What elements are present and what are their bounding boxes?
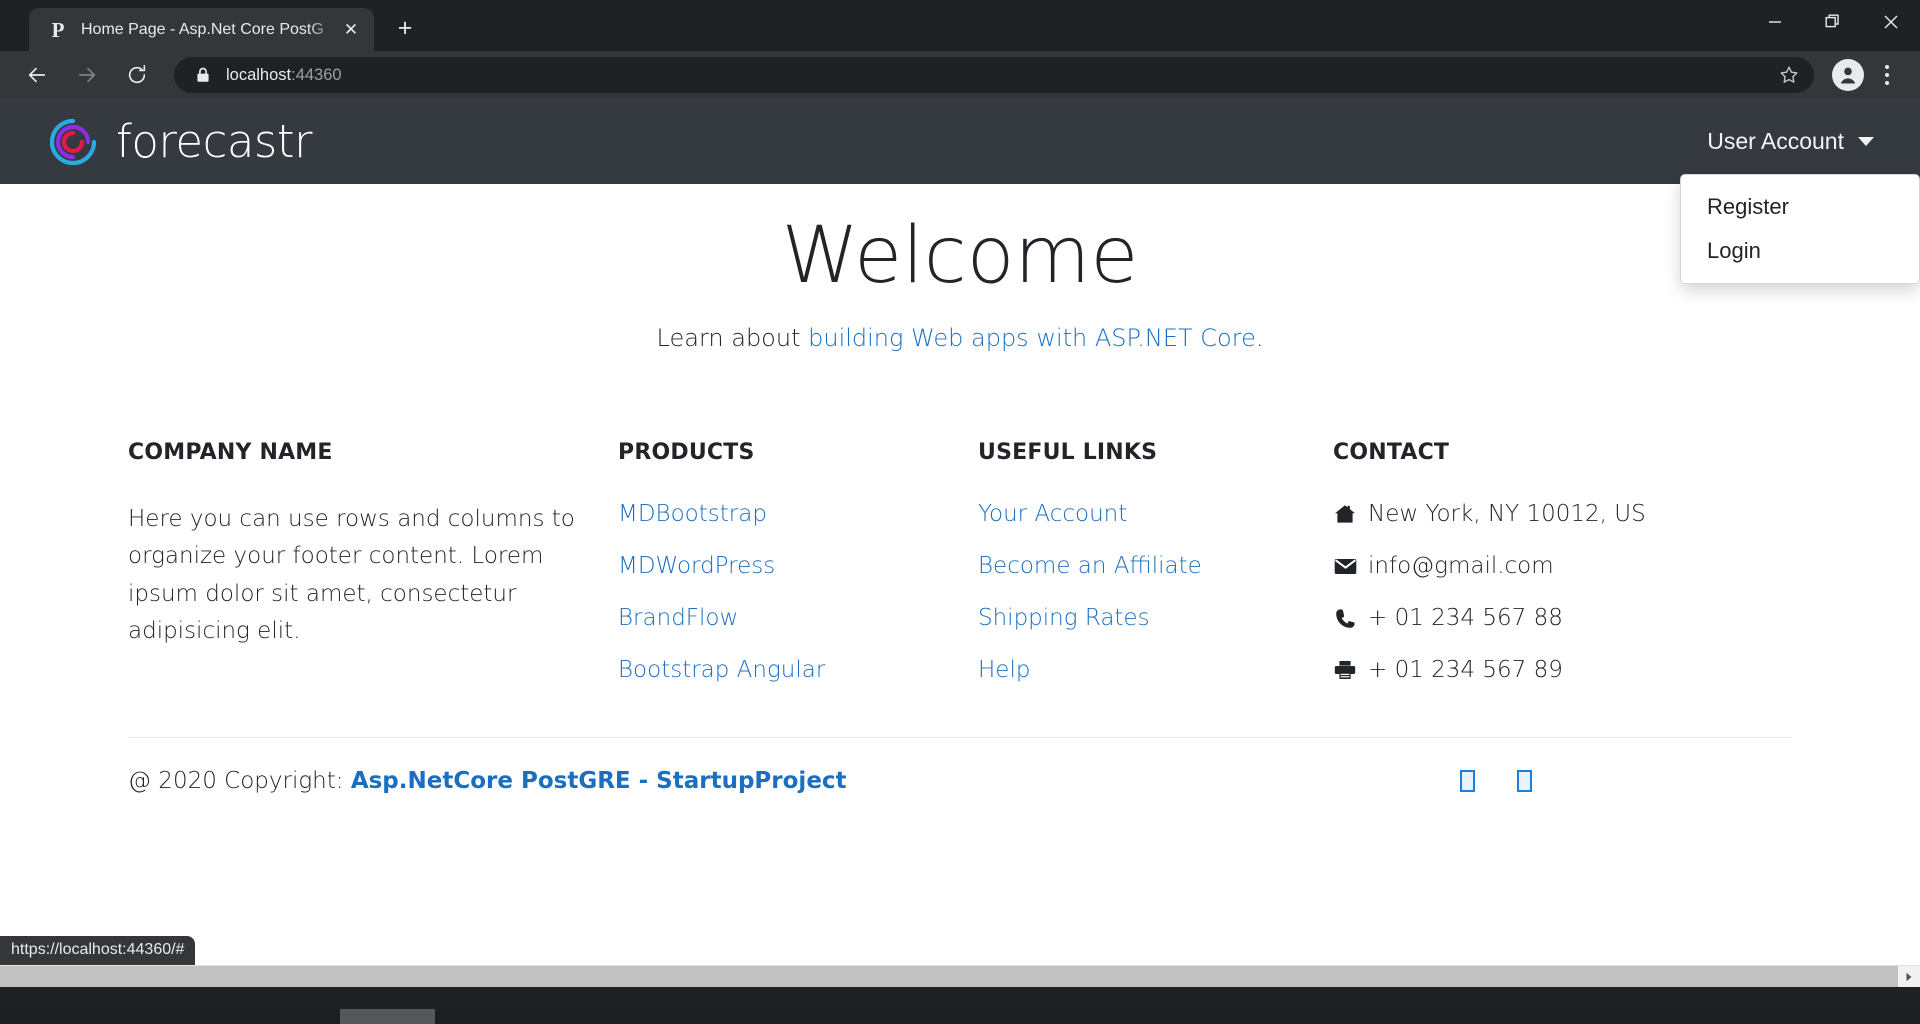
footer-link-your-account[interactable]: Your Account: [978, 501, 1127, 527]
contact-fax: + 01 234 567 89: [1333, 657, 1713, 683]
copyright-text: @ 2020 Copyright: Asp.NetCore PostGRE - …: [128, 768, 847, 794]
footer-link-mdbootstrap[interactable]: MDBootstrap: [618, 501, 767, 527]
hero-subtitle-prefix: Learn about: [656, 324, 809, 353]
profile-avatar-icon[interactable]: [1832, 59, 1864, 91]
copyright-project-link[interactable]: Asp.NetCore PostGRE - StartupProject: [351, 768, 847, 794]
footer-link-become-an-affiliate[interactable]: Become an Affiliate: [978, 553, 1202, 579]
footer-link-bootstrap-angular[interactable]: Bootstrap Angular: [618, 657, 825, 683]
lock-icon: [194, 66, 212, 84]
new-tab-button[interactable]: +: [388, 12, 422, 46]
site-navbar: forecastr User Account Register Login: [0, 99, 1920, 284]
account-menu-wrapper: User Account Register Login: [1680, 122, 1920, 284]
footer-heading-company: Company name: [128, 440, 333, 466]
browser-tab[interactable]: P Home Page - Asp.Net Core PostG ✕: [29, 8, 374, 51]
address-host: localhost: [226, 65, 292, 84]
back-arrow-icon[interactable]: [17, 55, 57, 95]
horizontal-scrollbar[interactable]: [0, 965, 1920, 987]
contact-address: New York, NY 10012, US: [1333, 501, 1713, 527]
page-title: Welcome: [781, 211, 1139, 301]
restore-window-icon[interactable]: [1804, 0, 1862, 44]
list-item: MDBootstrap: [618, 501, 958, 527]
os-taskbar-strip: [0, 1009, 1920, 1024]
tab-close-icon[interactable]: ✕: [338, 17, 364, 43]
footer-column-contact: Contact New York, NY 10012, US: [1333, 440, 1733, 683]
address-bar-url: localhost:44360: [226, 66, 1774, 85]
footer-column-useful-links: Useful links Your Account Become an Affi…: [978, 440, 1333, 683]
contact-fax-text: + 01 234 567 89: [1368, 657, 1563, 684]
printer-icon: [1333, 659, 1357, 681]
footer-link-shipping-rates[interactable]: Shipping Rates: [978, 605, 1150, 631]
phone-icon: [1333, 607, 1357, 629]
list-item: Help: [978, 657, 1313, 683]
footer-copyright-row: @ 2020 Copyright: Asp.NetCore PostGRE - …: [128, 738, 1792, 794]
list-item: Bootstrap Angular: [618, 657, 958, 683]
footer-social-icons: [1460, 770, 1792, 793]
contact-email: info@gmail.com: [1333, 553, 1713, 579]
footer-products-list: MDBootstrap MDWordPress BrandFlow Bootst…: [618, 501, 958, 683]
address-bar[interactable]: localhost:44360: [174, 57, 1814, 93]
contact-phone: + 01 234 567 88: [1333, 605, 1713, 631]
browser-tab-strip: P Home Page - Asp.Net Core PostG ✕ +: [0, 0, 1920, 51]
footer-columns: Company name Here you can use rows and c…: [128, 440, 1792, 683]
kebab-menu-icon[interactable]: [1870, 57, 1904, 93]
list-item: Become an Affiliate: [978, 553, 1313, 579]
aspnet-core-docs-link[interactable]: building Web apps with ASP.NET Core: [808, 324, 1256, 352]
forecastr-spiral-icon: [46, 115, 100, 169]
contact-phone-text: + 01 234 567 88: [1368, 605, 1563, 632]
tab-title: Home Page - Asp.Net Core PostG: [81, 20, 324, 38]
link-status-bubble: https://localhost:44360/#: [0, 936, 196, 965]
list-item: Shipping Rates: [978, 605, 1313, 631]
social-icon-2[interactable]: [1517, 770, 1532, 793]
tab-favicon-icon: P: [51, 17, 65, 42]
footer-link-help[interactable]: Help: [978, 657, 1030, 683]
hero-section: Welcome Learn about building Web apps wi…: [0, 184, 1920, 352]
list-item: Your Account: [978, 501, 1313, 527]
page-viewport: forecastr User Account Register Login We…: [0, 99, 1920, 987]
brand-logo-link[interactable]: forecastr: [46, 115, 312, 169]
page-footer: Company name Here you can use rows and c…: [0, 440, 1920, 794]
user-account-dropdown-menu: Register Login: [1680, 174, 1920, 284]
footer-link-mdwordpress[interactable]: MDWordPress: [618, 553, 775, 579]
footer-heading-contact: Contact: [1333, 440, 1450, 466]
forward-arrow-icon[interactable]: [67, 55, 107, 95]
minimize-icon[interactable]: [1746, 0, 1804, 44]
user-account-dropdown-toggle[interactable]: User Account: [1703, 122, 1878, 161]
list-item: BrandFlow: [618, 605, 958, 631]
taskbar-segment: [340, 1009, 435, 1024]
close-window-icon[interactable]: [1862, 0, 1920, 44]
scroll-right-arrow-icon[interactable]: [1898, 965, 1920, 987]
footer-column-products: Products MDBootstrap MDWordPress BrandFl…: [618, 440, 978, 683]
browser-window: P Home Page - Asp.Net Core PostG ✕ + loc…: [0, 0, 1920, 1024]
footer-useful-links-list: Your Account Become an Affiliate Shippin…: [978, 501, 1313, 683]
window-controls: [1746, 0, 1920, 44]
hero-subtitle-suffix: .: [1255, 324, 1264, 353]
star-bookmark-icon[interactable]: [1774, 60, 1804, 90]
footer-link-brandflow[interactable]: BrandFlow: [618, 605, 738, 631]
footer-contact-list: New York, NY 10012, US info@gmail.com + …: [1333, 501, 1713, 683]
social-icon-1[interactable]: [1460, 770, 1475, 793]
address-port: :44360: [291, 65, 342, 84]
menu-item-register[interactable]: Register: [1681, 185, 1919, 229]
chevron-down-icon: [1858, 137, 1874, 146]
hero-subtitle: Learn about building Web apps with ASP.N…: [0, 324, 1920, 352]
scrollbar-thumb[interactable]: [0, 965, 1898, 987]
envelope-icon: [1333, 555, 1357, 577]
copyright-prefix: @ 2020 Copyright:: [128, 768, 351, 795]
footer-heading-useful-links: Useful links: [978, 440, 1158, 466]
menu-item-login[interactable]: Login: [1681, 229, 1919, 273]
footer-column-company: Company name Here you can use rows and c…: [128, 440, 618, 683]
browser-toolbar: localhost:44360: [0, 51, 1920, 99]
contact-address-text: New York, NY 10012, US: [1368, 501, 1646, 528]
brand-name: forecastr: [116, 115, 312, 168]
list-item: MDWordPress: [618, 553, 958, 579]
user-account-label: User Account: [1707, 128, 1844, 154]
footer-heading-products: Products: [618, 440, 755, 466]
reload-icon[interactable]: [117, 55, 157, 95]
home-icon: [1333, 503, 1357, 525]
footer-company-description: Here you can use rows and columns to org…: [128, 506, 575, 644]
contact-email-text: info@gmail.com: [1368, 553, 1554, 580]
